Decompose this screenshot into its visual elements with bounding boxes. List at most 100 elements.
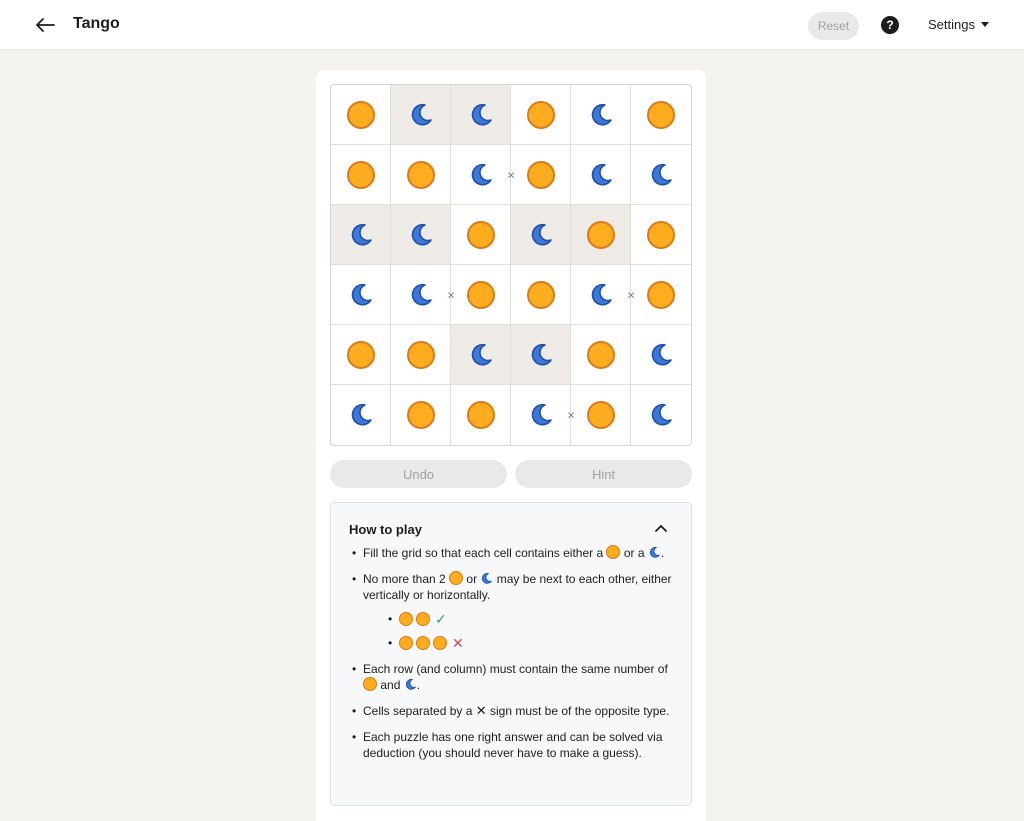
sun-icon [586,401,615,429]
how-to-play-panel: How to play Fill the grid so that each c… [330,502,692,806]
grid-cell[interactable] [511,385,571,445]
help-icon[interactable]: ? [881,16,899,34]
grid-cell[interactable] [391,385,451,445]
sun-icon [526,280,555,309]
grid-cell[interactable] [571,85,631,145]
separator-cross-icon: × [567,407,575,423]
grid-cell[interactable] [511,265,571,325]
moon-icon [531,403,552,426]
moon-icon [351,403,372,426]
grid-cell[interactable] [391,145,451,205]
rule-text: Cells separated by a [363,704,473,718]
grid-cell[interactable] [511,325,571,385]
check-icon: ✓ [435,611,447,627]
grid-cell[interactable] [451,145,511,205]
rule-text: and [380,678,401,692]
settings-menu[interactable]: Settings [928,17,989,32]
grid-cell[interactable] [571,205,631,265]
grid-cell[interactable] [571,265,631,325]
reset-button[interactable]: Reset [808,12,859,40]
grid-cell[interactable] [631,205,691,265]
rule-text: No more than 2 [363,572,446,586]
undo-button[interactable]: Undo [330,460,507,488]
sun-icon [416,612,430,626]
sun-icon [526,160,555,189]
grid-cell[interactable] [451,205,511,265]
moon-icon [651,163,672,185]
grid-cell[interactable] [391,205,451,265]
app-title: Tango [73,15,120,32]
grid-cell[interactable] [511,145,571,205]
grid-cell[interactable] [331,145,391,205]
moon-icon [591,163,612,185]
grid-cell[interactable] [391,265,451,325]
sun-icon [346,160,375,189]
sun-icon [466,401,495,429]
grid-cell[interactable] [331,205,391,265]
grid-cell[interactable] [331,325,391,385]
sun-icon [346,100,375,129]
grid-cell[interactable] [331,85,391,145]
rule-text: Fill the grid so that each cell contains… [363,546,604,560]
grid-cell[interactable] [391,325,451,385]
sun-icon [363,677,377,691]
grid-cell[interactable] [451,265,511,325]
grid-cell[interactable] [631,145,691,205]
grid-cell[interactable] [631,265,691,325]
separator-cross-icon: × [447,287,455,303]
moon-icon [482,572,493,584]
hint-button[interactable]: Hint [515,460,692,488]
moon-icon [651,343,672,365]
rule-item: Each puzzle has one right answer and can… [349,729,679,761]
rule-item: No more than 2 or may be next to each ot… [349,571,679,651]
chevron-up-icon[interactable] [653,521,669,537]
grid-cell[interactable] [451,85,511,145]
grid-cell[interactable] [451,325,511,385]
moon-icon [351,223,372,245]
sun-icon [466,220,495,249]
rule-item: Each row (and column) must contain the s… [349,661,679,693]
grid-cell[interactable] [331,265,391,325]
sun-icon [586,220,615,249]
grid-cell[interactable] [631,325,691,385]
sun-icon [346,340,375,369]
grid-cell[interactable] [511,85,571,145]
moon-icon [471,343,492,365]
sun-icon [399,612,413,626]
rules-list: Fill the grid so that each cell contains… [349,545,679,771]
caret-down-icon [980,22,989,27]
example-invalid: ✕ [385,635,679,651]
grid-cell[interactable] [571,145,631,205]
separator-cross-icon: × [627,287,635,303]
grid-cell[interactable] [571,325,631,385]
grid-cell[interactable] [391,85,451,145]
grid-cell[interactable] [331,385,391,445]
moon-icon [651,403,672,426]
moon-icon [411,103,432,125]
sun-icon [406,401,435,429]
example-valid: ✓ [385,611,679,627]
moon-icon [405,678,416,690]
cross-icon: ✕ [452,635,464,651]
grid-cell[interactable] [451,385,511,445]
sun-icon [586,340,615,369]
moon-icon [531,223,552,245]
grid-cell[interactable] [511,205,571,265]
separator-cross-icon: × [507,167,515,183]
tango-grid [330,84,692,446]
sun-icon [647,220,675,249]
sun-icon [406,340,435,369]
sun-icon [433,636,447,650]
rule-text: Each row (and column) must contain the s… [363,662,668,676]
sun-icon [647,280,675,309]
moon-icon [411,283,432,305]
rule-text: or a [623,546,645,560]
grid-cell[interactable] [631,385,691,445]
sun-icon [647,100,675,129]
grid-cell[interactable] [631,85,691,145]
back-arrow-icon[interactable] [33,13,57,37]
moon-icon [471,103,492,125]
rule-text: sign must be of the opposite type. [490,704,670,718]
moon-icon [649,546,660,558]
grid-cell[interactable] [571,385,631,445]
